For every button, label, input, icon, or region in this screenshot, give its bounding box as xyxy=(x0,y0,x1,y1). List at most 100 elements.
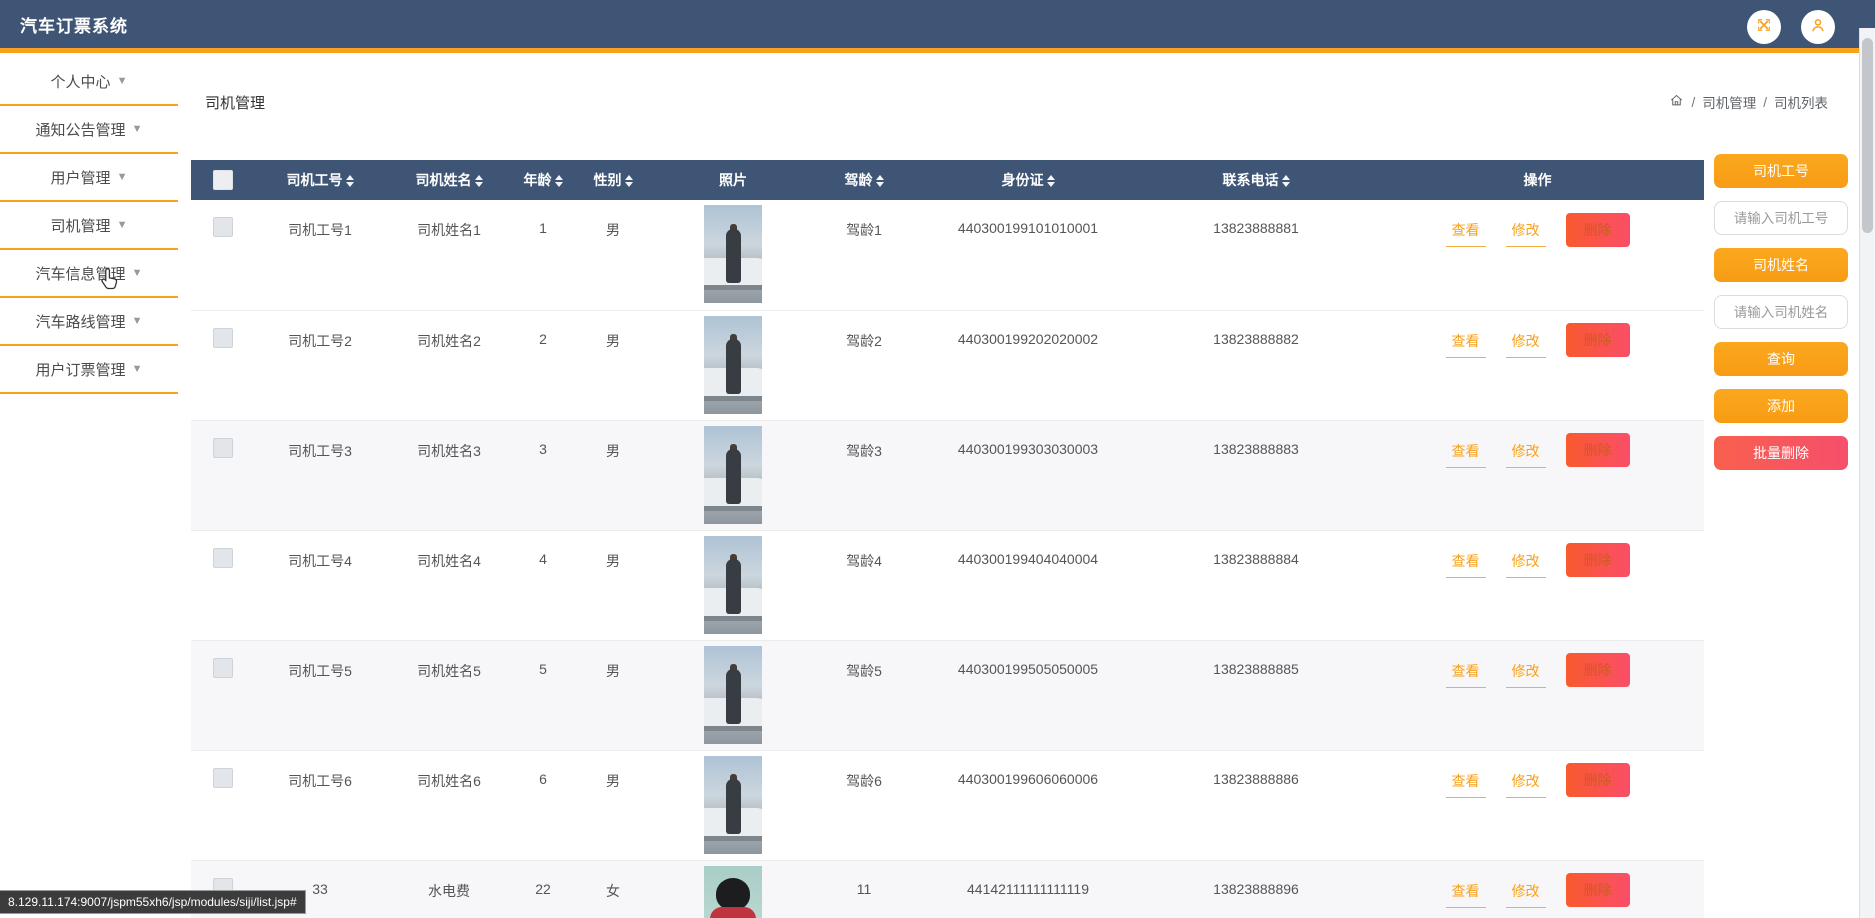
gender-cell: 男 xyxy=(606,772,620,789)
column-header-label: 性别 xyxy=(593,172,622,188)
vertical-scrollbar[interactable] xyxy=(1859,28,1875,918)
driving-years-cell: 驾龄4 xyxy=(846,552,882,569)
gender-cell: 男 xyxy=(606,332,620,349)
sort-icon[interactable] xyxy=(875,175,884,188)
view-link[interactable]: 查看 xyxy=(1445,661,1486,688)
driving-years-cell: 驾龄2 xyxy=(846,332,882,349)
driving-years-cell: 驾龄6 xyxy=(846,772,882,789)
row-checkbox[interactable] xyxy=(213,657,233,678)
sort-icon[interactable] xyxy=(345,175,354,188)
batch-delete-button[interactable]: 批量删除 xyxy=(1714,436,1848,470)
breadcrumb-section[interactable]: 司机管理 xyxy=(1702,92,1756,112)
age-cell: 2 xyxy=(539,330,547,347)
sidebar-item[interactable]: 个人中心 ▼ xyxy=(0,58,178,106)
driver-name-label-button[interactable]: 司机姓名 xyxy=(1714,248,1848,282)
delete-button[interactable]: 删除 xyxy=(1565,543,1630,577)
gender-cell: 男 xyxy=(606,222,620,238)
column-header[interactable]: 身份证 xyxy=(915,160,1141,200)
view-link[interactable]: 查看 xyxy=(1445,551,1486,578)
sort-icon[interactable] xyxy=(1281,175,1290,188)
edit-link[interactable]: 修改 xyxy=(1505,331,1546,358)
sort-icon[interactable] xyxy=(554,175,563,188)
delete-button[interactable]: 删除 xyxy=(1565,323,1630,357)
sidebar-item-label: 用户订票管理 xyxy=(35,361,126,379)
edit-link[interactable]: 修改 xyxy=(1505,551,1546,578)
select-all-checkbox[interactable] xyxy=(213,169,233,190)
phone-cell: 13823888896 xyxy=(1213,880,1299,897)
delete-button[interactable]: 删除 xyxy=(1565,763,1630,797)
delete-button[interactable]: 删除 xyxy=(1565,212,1630,247)
top-bar: 汽车订票系统 xyxy=(0,0,1875,53)
driver-no-input[interactable] xyxy=(1714,201,1848,235)
scrollbar-thumb[interactable] xyxy=(1862,38,1873,233)
sidebar-item[interactable]: 用户管理 ▼ xyxy=(0,154,178,202)
sidebar-item[interactable]: 汽车信息管理 ▼ xyxy=(0,250,178,298)
delete-button[interactable]: 删除 xyxy=(1565,433,1630,467)
query-button[interactable]: 查询 xyxy=(1714,342,1848,376)
column-header-label: 驾龄 xyxy=(844,172,873,188)
row-checkbox[interactable] xyxy=(213,327,233,348)
view-link[interactable]: 查看 xyxy=(1445,220,1486,247)
sidebar-item-label: 通知公告管理 xyxy=(35,121,126,139)
view-link[interactable]: 查看 xyxy=(1445,771,1486,798)
topbar-icons xyxy=(1747,10,1835,44)
delete-button[interactable]: 删除 xyxy=(1565,653,1630,687)
row-checkbox[interactable] xyxy=(213,767,233,788)
driver-photo xyxy=(704,645,762,744)
row-checkbox[interactable] xyxy=(213,437,233,458)
sort-icon[interactable] xyxy=(474,175,483,188)
sidebar-item-label: 个人中心 xyxy=(50,73,111,91)
column-header[interactable]: 性别 xyxy=(573,160,653,200)
view-link[interactable]: 查看 xyxy=(1445,441,1486,468)
sidebar-item[interactable]: 通知公告管理 ▼ xyxy=(0,106,178,154)
driver-photo xyxy=(704,755,762,854)
fullscreen-button[interactable] xyxy=(1747,10,1781,44)
delete-button[interactable]: 删除 xyxy=(1565,873,1630,907)
user-button[interactable] xyxy=(1801,10,1835,44)
view-link[interactable]: 查看 xyxy=(1445,331,1486,358)
sort-icon[interactable] xyxy=(1046,175,1055,188)
row-checkbox[interactable] xyxy=(213,547,233,568)
edit-link[interactable]: 修改 xyxy=(1505,220,1546,247)
column-header[interactable]: 联系电话 xyxy=(1141,160,1371,200)
chevron-down-icon: ▼ xyxy=(116,171,128,183)
user-icon xyxy=(1809,16,1827,39)
add-button[interactable]: 添加 xyxy=(1714,389,1848,423)
phone-cell: 13823888883 xyxy=(1213,440,1299,457)
page-title: 司机管理 xyxy=(205,95,266,112)
column-header[interactable]: 司机姓名 xyxy=(385,160,513,200)
row-checkbox[interactable] xyxy=(213,217,233,237)
driver-no-cell: 司机工号1 xyxy=(288,222,352,238)
sort-icon[interactable] xyxy=(624,175,633,188)
edit-link[interactable]: 修改 xyxy=(1505,881,1546,908)
sidebar-item[interactable]: 汽车路线管理 ▼ xyxy=(0,298,178,346)
column-header-label: 司机工号 xyxy=(286,172,343,188)
home-icon[interactable] xyxy=(1669,93,1684,111)
age-cell: 4 xyxy=(539,550,547,567)
edit-link[interactable]: 修改 xyxy=(1505,441,1546,468)
fullscreen-icon xyxy=(1755,16,1773,39)
status-url-tooltip: 8.129.11.174:9007/jspm55xh6/jsp/modules/… xyxy=(0,890,306,914)
sidebar-item-label: 司机管理 xyxy=(50,217,111,235)
column-header[interactable]: 年龄 xyxy=(513,160,573,200)
phone-cell: 13823888886 xyxy=(1213,770,1299,787)
age-cell: 3 xyxy=(539,440,547,457)
driver-photo xyxy=(704,425,762,524)
chevron-down-icon: ▼ xyxy=(131,267,143,279)
column-header[interactable]: 司机工号 xyxy=(255,160,385,200)
edit-link[interactable]: 修改 xyxy=(1505,771,1546,798)
column-header[interactable]: 驾龄 xyxy=(813,160,915,200)
id-card-cell: 440300199202020002 xyxy=(957,330,1099,347)
driver-name-input[interactable] xyxy=(1714,295,1848,329)
column-header: 操作 xyxy=(1371,160,1704,200)
id-card-cell: 440300199303030003 xyxy=(957,440,1099,457)
view-link[interactable]: 查看 xyxy=(1445,881,1486,908)
driver-name-cell: 司机姓名4 xyxy=(417,552,481,569)
edit-link[interactable]: 修改 xyxy=(1505,661,1546,688)
app-title: 汽车订票系统 xyxy=(20,16,128,36)
sidebar-item[interactable]: 司机管理 ▼ xyxy=(0,202,178,250)
driver-no-label-button[interactable]: 司机工号 xyxy=(1714,154,1848,188)
sidebar-item[interactable]: 用户订票管理 ▼ xyxy=(0,346,178,394)
age-cell: 22 xyxy=(535,880,551,897)
breadcrumb-page: 司机列表 xyxy=(1774,96,1828,111)
